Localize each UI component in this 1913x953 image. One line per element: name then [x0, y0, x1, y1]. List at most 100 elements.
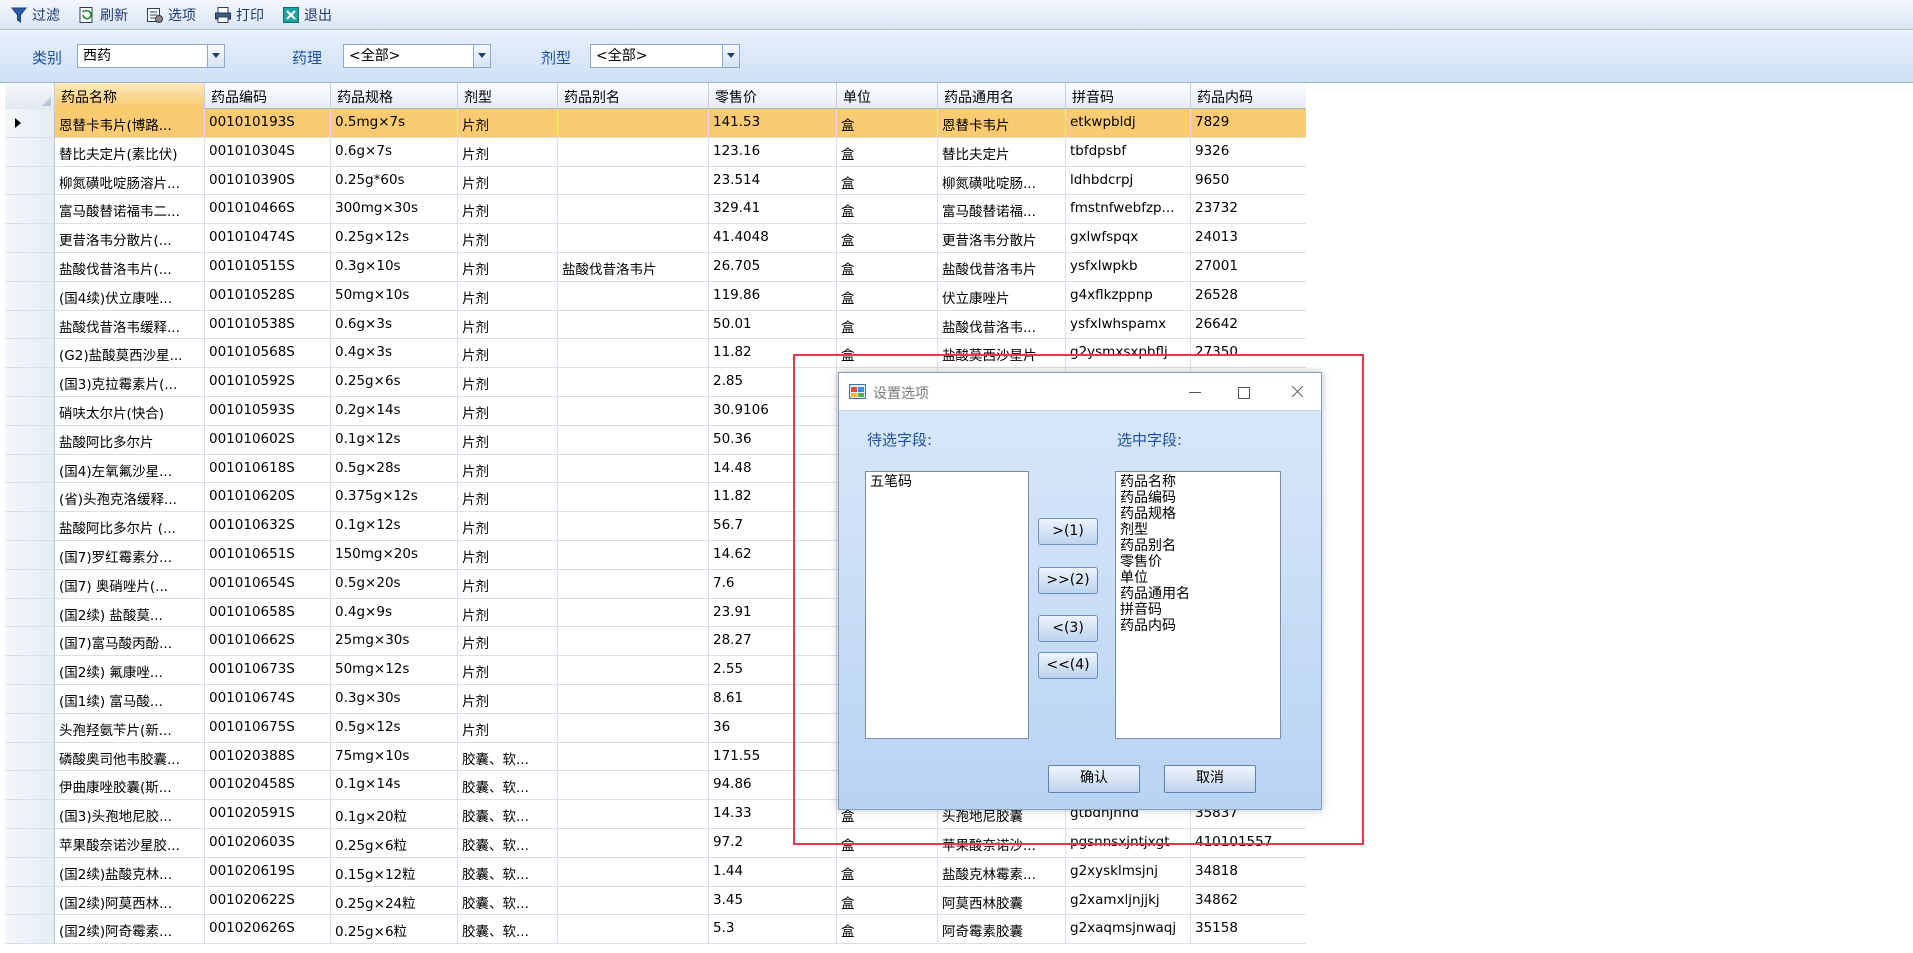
table-cell[interactable]: 片剂 [458, 684, 558, 714]
table-cell[interactable]: 001010654S [205, 569, 331, 599]
table-cell[interactable]: 片剂 [458, 512, 558, 541]
table-cell[interactable]: 盐酸伐昔洛韦片(... [55, 252, 205, 282]
table-cell[interactable]: 0.25g*60s [331, 166, 458, 196]
table-cell[interactable]: 001010620S [205, 483, 331, 513]
table-cell[interactable]: gxlwfspqx [1066, 224, 1191, 253]
table-cell[interactable]: 001010632S [205, 512, 331, 541]
table-cell[interactable] [558, 310, 709, 340]
table-cell[interactable]: 盒 [837, 281, 938, 311]
table-cell[interactable]: 28.27 [709, 627, 837, 657]
table-cell[interactable] [558, 627, 709, 657]
list-item[interactable]: 药品内码 [1120, 618, 1276, 634]
cancel-button[interactable]: 取消 [1164, 765, 1256, 793]
table-cell[interactable]: 001010592S [205, 368, 331, 397]
row-header[interactable] [5, 224, 55, 253]
table-cell[interactable]: fmstnfwebfzp... [1066, 195, 1191, 225]
table-cell[interactable]: 14.48 [709, 454, 837, 484]
table-cell[interactable]: 片剂 [458, 569, 558, 599]
table-cell[interactable]: 片剂 [458, 281, 558, 311]
list-item[interactable]: 药品名称 [1120, 474, 1276, 490]
table-cell[interactable]: 0.5g×20s [331, 569, 458, 599]
table-cell[interactable]: 001020622S [205, 886, 331, 916]
table-cell[interactable]: 001010390S [205, 166, 331, 196]
table-cell[interactable]: 0.2g×14s [331, 396, 458, 426]
table-row[interactable]: (G2)盐酸莫西沙星... 001010568S 0.4g×3s 片剂 11.82 盒盐酸… [5, 339, 1306, 369]
table-cell[interactable]: (国7)富马酸丙酚... [55, 627, 205, 657]
table-cell[interactable]: 56.7 [709, 512, 837, 541]
table-cell[interactable]: 001010662S [205, 627, 331, 657]
table-cell[interactable]: 盐酸伐昔洛韦缓释... [55, 310, 205, 340]
table-cell[interactable]: 23.91 [709, 598, 837, 628]
move-all-left-button[interactable]: <<(4) [1038, 652, 1098, 679]
table-cell[interactable]: pgsnnsxjntjxgt [1066, 828, 1191, 858]
column-header[interactable]: 零售价 [709, 83, 837, 109]
row-header[interactable] [5, 684, 55, 714]
row-header[interactable] [5, 166, 55, 196]
table-cell[interactable]: 0.3g×10s [331, 252, 458, 282]
table-cell[interactable]: 片剂 [458, 166, 558, 196]
table-cell[interactable]: 头孢羟氨苄片(新... [55, 713, 205, 743]
table-cell[interactable]: 片剂 [458, 425, 558, 455]
table-cell[interactable] [558, 886, 709, 916]
table-cell[interactable]: (G2)盐酸莫西沙星... [55, 339, 205, 369]
table-cell[interactable]: 恩替卡韦片(博路... [55, 109, 205, 138]
table-cell[interactable]: 胶囊、软... [458, 857, 558, 887]
table-cell[interactable]: 0.5mg×7s [331, 109, 458, 138]
close-icon[interactable] [1279, 379, 1315, 405]
table-cell[interactable]: 119.86 [709, 281, 837, 311]
table-cell[interactable]: 盒 [837, 915, 938, 945]
table-cell[interactable] [558, 857, 709, 887]
table-cell[interactable] [558, 512, 709, 541]
row-header[interactable] [5, 800, 55, 829]
row-header[interactable] [5, 195, 55, 225]
table-cell[interactable]: 苹果酸奈诺沙星胶... [55, 828, 205, 858]
row-header[interactable] [5, 454, 55, 484]
table-cell[interactable]: 盐酸伐昔洛韦... [938, 310, 1066, 340]
table-cell[interactable]: 26642 [1191, 311, 1306, 340]
table-cell[interactable]: 片剂 [458, 137, 558, 167]
table-cell[interactable]: 更昔洛韦分散片 [938, 224, 1066, 253]
row-header[interactable] [5, 540, 55, 570]
table-cell[interactable]: tbfdpsbf [1066, 137, 1191, 167]
table-cell[interactable]: (国2续)阿莫西林... [55, 886, 205, 916]
column-header[interactable]: 药品内码 [1191, 83, 1306, 109]
table-cell[interactable]: (国2续)阿奇霉素... [55, 915, 205, 945]
table-cell[interactable]: 胶囊、软... [458, 771, 558, 801]
table-cell[interactable]: 盐酸阿比多尔片 (... [55, 512, 205, 541]
row-header[interactable] [5, 396, 55, 426]
table-cell[interactable] [558, 195, 709, 225]
table-cell[interactable]: 磷酸奥司他韦胶囊... [55, 742, 205, 772]
print-button[interactable]: 打印 [212, 3, 266, 27]
row-header[interactable] [5, 368, 55, 397]
table-cell[interactable] [558, 598, 709, 628]
table-cell[interactable]: 盐酸克林霉素... [938, 857, 1066, 887]
table-cell[interactable]: 27350 [1191, 339, 1306, 369]
table-cell[interactable]: 0.25g×6粒 [331, 828, 458, 858]
table-cell[interactable] [558, 109, 709, 138]
table-cell[interactable]: 盒 [837, 137, 938, 167]
table-cell[interactable]: 胶囊、软... [458, 886, 558, 916]
table-cell[interactable]: 盒 [837, 886, 938, 916]
list-item[interactable]: 剂型 [1120, 522, 1276, 538]
table-cell[interactable] [558, 800, 709, 829]
row-header[interactable] [5, 137, 55, 167]
table-cell[interactable] [558, 166, 709, 196]
table-cell[interactable]: 盒 [837, 339, 938, 369]
table-cell[interactable]: 盒 [837, 828, 938, 858]
table-cell[interactable]: 001010673S [205, 656, 331, 685]
table-cell[interactable]: 001010674S [205, 684, 331, 714]
table-cell[interactable]: 9326 [1191, 138, 1306, 167]
table-cell[interactable]: 50.01 [709, 310, 837, 340]
row-header[interactable] [5, 857, 55, 887]
table-cell[interactable]: 001010193S [205, 109, 331, 138]
column-header[interactable]: 药品名称 [55, 83, 205, 109]
column-header[interactable]: 药品规格 [331, 83, 458, 109]
row-header[interactable] [5, 569, 55, 599]
table-cell[interactable]: 片剂 [458, 656, 558, 685]
table-cell[interactable]: 0.6g×7s [331, 137, 458, 167]
table-cell[interactable] [558, 339, 709, 369]
table-cell[interactable]: (国7)罗红霉素分... [55, 540, 205, 570]
table-row[interactable]: 替比夫定片(素比伏) 001010304S 0.6g×7s 片剂 123.16 盒替比夫定… [5, 137, 1306, 167]
table-cell[interactable] [558, 454, 709, 484]
chevron-down-icon[interactable] [473, 45, 490, 67]
